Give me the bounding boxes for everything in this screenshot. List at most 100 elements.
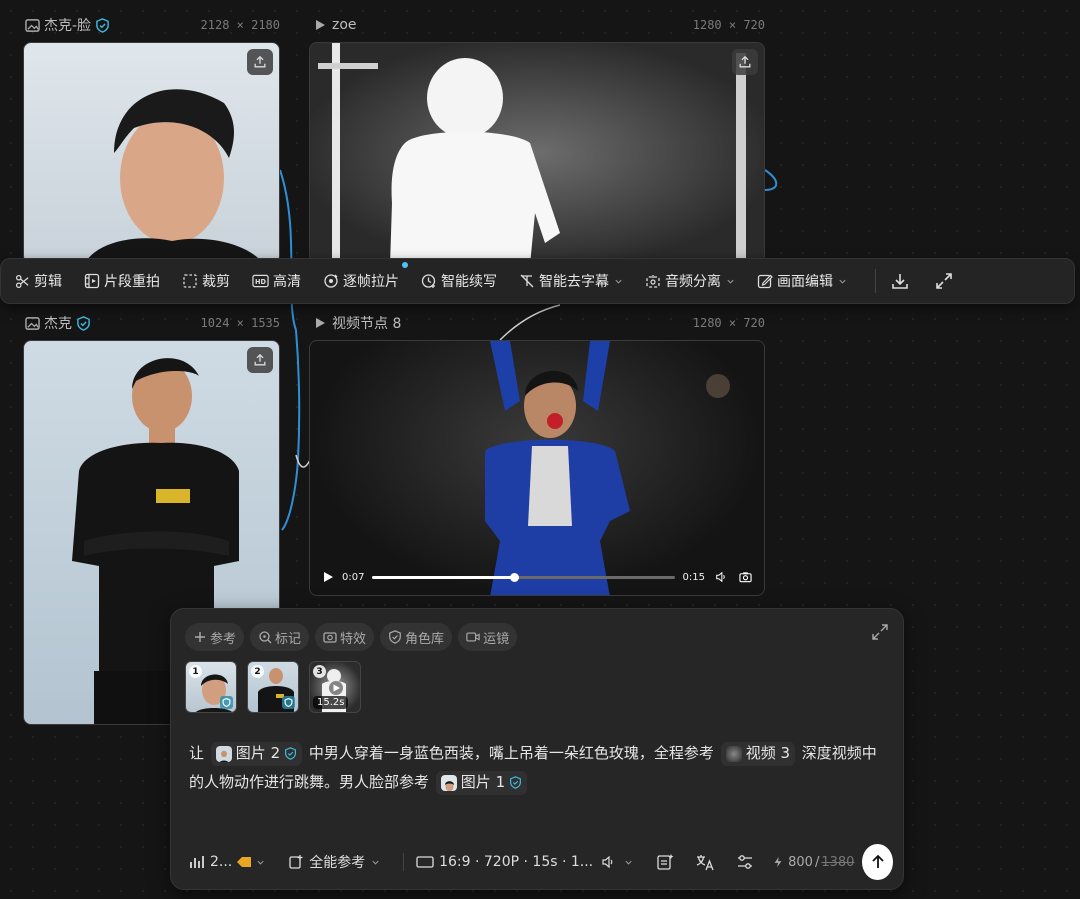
verified-badge-icon — [220, 696, 233, 709]
node-dimensions: 1280 × 720 — [692, 316, 765, 330]
video-toolbar: 剪辑 片段重拍 裁剪 HD 高清 逐帧拉片 智能续写 智能去字幕 音频分离 画面… — [0, 258, 1075, 304]
toolbar-divider — [875, 269, 876, 293]
reference-thumb-1[interactable]: 1 — [185, 661, 237, 713]
chip-character-library[interactable]: 角色库 — [380, 623, 453, 651]
expand-icon — [936, 273, 952, 289]
chip-effects[interactable]: 特效 — [315, 623, 375, 651]
video-ref-thumb-icon — [725, 745, 742, 762]
node-dimensions: 1024 × 1535 — [200, 316, 280, 330]
lightning-icon — [774, 856, 782, 868]
toolbar-audio-separate[interactable]: 音频分离 — [645, 271, 735, 291]
face-image-card[interactable] — [23, 42, 280, 264]
video-controls: 0:07 0:15 — [310, 559, 764, 595]
node-title: 杰克 — [44, 316, 72, 332]
upload-icon — [254, 353, 266, 366]
toolbar-clip-reshoot[interactable]: 片段重拍 — [84, 271, 160, 291]
current-time: 0:07 — [342, 571, 365, 583]
play-icon — [312, 315, 328, 331]
add-reference-icon — [289, 855, 303, 869]
video-frame — [485, 341, 730, 595]
verified-shield-icon — [76, 315, 91, 331]
settings-toggle-button[interactable] — [736, 854, 759, 870]
chevron-down-icon — [727, 279, 734, 284]
image-ref-thumb-icon — [440, 774, 457, 791]
scissors-icon — [15, 274, 29, 288]
video-camera-icon — [466, 632, 480, 642]
depth-silhouette — [318, 43, 746, 263]
reference-mode-selector[interactable]: 全能参考 — [288, 852, 385, 872]
play-icon — [312, 17, 328, 33]
toolbar-smart-continue[interactable]: 智能续写 — [421, 271, 497, 291]
chip-mark[interactable]: 标记 — [250, 623, 310, 651]
video-duration: 0:15 — [682, 571, 705, 583]
composer-chips: 参考 标记 特效 角色库 运镜 — [185, 623, 518, 651]
translate-button[interactable] — [695, 853, 720, 871]
node-dimensions: 2128 × 2180 — [200, 18, 280, 32]
chevron-down-icon — [625, 860, 632, 865]
toolbar-hd[interactable]: HD 高清 — [252, 271, 301, 291]
video-player[interactable]: 0:07 0:15 — [309, 340, 765, 596]
shield-icon — [389, 630, 401, 644]
node-title: 视频节点 8 — [332, 316, 402, 332]
upload-icon — [254, 55, 266, 68]
prompt-ref-image-1[interactable]: 图片 1 — [435, 770, 528, 795]
verified-shield-icon — [510, 776, 522, 789]
composer-expand-button[interactable] — [871, 623, 889, 645]
plus-icon — [195, 632, 205, 642]
verified-badge-icon — [282, 696, 295, 709]
verified-shield-icon — [95, 17, 110, 33]
node-title: zoe — [332, 17, 357, 33]
download-button[interactable] — [890, 271, 914, 291]
diamond-tag-icon — [237, 857, 252, 867]
speaker-icon — [602, 855, 613, 869]
image-icon — [24, 17, 40, 33]
download-icon — [892, 274, 908, 289]
audio-separate-icon — [646, 275, 660, 288]
reference-thumb-3[interactable]: 3 15.2s — [309, 661, 361, 713]
translate-icon — [696, 855, 714, 871]
prompt-ref-image-2[interactable]: 图片 2 — [210, 741, 303, 766]
reference-thumb-2[interactable]: 2 — [247, 661, 299, 713]
toolbar-cut[interactable]: 剪辑 — [15, 271, 62, 291]
new-indicator-dot — [402, 262, 408, 268]
prompt-enhance-button[interactable] — [656, 853, 679, 871]
crop-icon — [183, 274, 197, 288]
node-header-video8: 视频节点 8 1280 × 720 — [312, 313, 765, 333]
toolbar-remove-subtitle[interactable]: 智能去字幕 — [519, 271, 623, 291]
toolbar-crop[interactable]: 裁剪 — [182, 271, 230, 291]
smart-continue-icon — [421, 274, 436, 288]
send-button[interactable] — [862, 844, 893, 880]
toolbar-edit-frame[interactable]: 画面编辑 — [757, 271, 847, 291]
toolbar-frame-analysis[interactable]: 逐帧拉片 — [323, 262, 408, 291]
bottom-divider — [403, 853, 405, 871]
volume-icon[interactable] — [715, 571, 727, 583]
sliders-icon — [738, 855, 753, 869]
prompt-text[interactable]: 让 图片 2 中男人穿着一身蓝色西装，嘴上吊着一朵红色玫瑰，全程参考 视频 3 … — [189, 739, 879, 797]
chip-reference[interactable]: 参考 — [185, 623, 245, 651]
chip-camera-motion[interactable]: 运镜 — [458, 623, 518, 651]
upload-button[interactable] — [247, 347, 273, 373]
node-title: 杰克-脸 — [44, 18, 92, 34]
play-button-icon[interactable] — [322, 571, 334, 583]
depth-video-card[interactable] — [309, 42, 765, 264]
aspect-ratio-icon — [416, 856, 434, 868]
model-selector[interactable]: 2... — [189, 854, 270, 870]
screenshot-camera-icon[interactable] — [739, 571, 752, 583]
node-header-zoe: zoe 1280 × 720 — [312, 15, 765, 35]
video-seekbar[interactable] — [372, 572, 675, 582]
upload-button[interactable] — [247, 49, 273, 75]
seekbar-knob[interactable] — [510, 572, 520, 582]
expand-icon — [872, 624, 888, 640]
bar-chart-icon — [190, 856, 204, 868]
video-settings-selector[interactable]: 16:9 · 720P · 15s · 1... — [416, 854, 638, 870]
verified-shield-icon — [285, 747, 297, 760]
edit-frame-icon — [757, 274, 773, 289]
arrow-up-icon — [872, 854, 884, 868]
prompt-ref-video-3[interactable]: 视频 3 — [720, 741, 795, 766]
node-header-jack: 杰克 1024 × 1535 — [24, 313, 280, 333]
hd-icon: HD — [252, 274, 269, 288]
upload-button[interactable] — [732, 49, 758, 75]
svg-text:HD: HD — [255, 278, 267, 286]
fullscreen-button[interactable] — [934, 271, 958, 291]
camera-icon — [323, 632, 337, 643]
